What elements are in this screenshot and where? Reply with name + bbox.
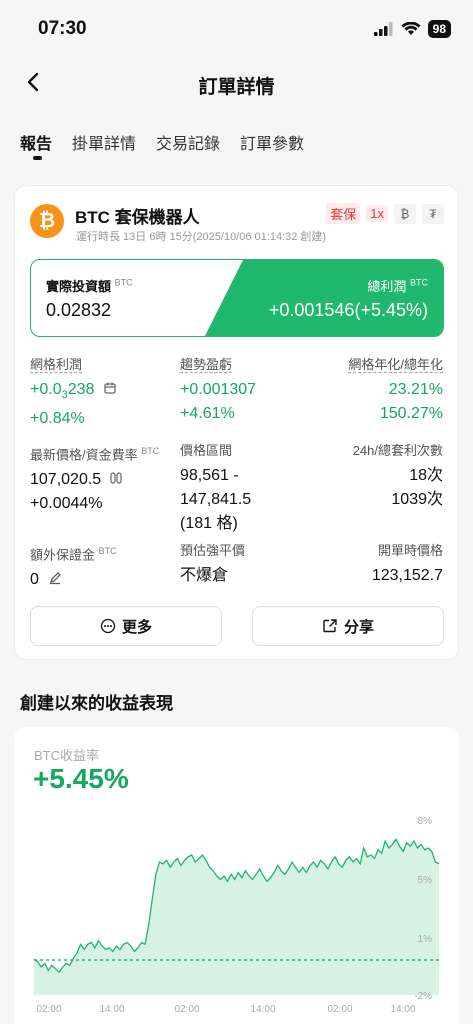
trend-pnl-label[interactable]: 趨勢盈虧 <box>180 356 256 374</box>
grid-annual-value: 23.21% <box>388 381 443 398</box>
bot-tags: 套保 1x ₿ ₮ <box>326 203 444 224</box>
investment-value: 0.02832 <box>46 300 112 320</box>
x-tick-label: 14:00 <box>390 1004 415 1015</box>
price-range-label: 價格區間 <box>180 443 233 458</box>
arbitrage-24h: 18次 <box>409 467 443 484</box>
liq-price-value: 不爆倉 <box>180 567 229 584</box>
grid-profit-stat: 網格利潤 +0.03238 +0.84% <box>30 356 117 431</box>
share-icon <box>323 619 337 633</box>
x-tick-label: 14:00 <box>99 1004 124 1015</box>
btc-small-icon: ₿ <box>394 203 416 224</box>
leverage-tag: 1x <box>366 205 388 222</box>
total-annual-value: 150.27% <box>379 405 443 422</box>
open-price-label: 開單時價格 <box>377 543 443 558</box>
grid-profit-percent: +0.84% <box>30 410 85 428</box>
status-bar: 07:30 98 <box>0 0 473 56</box>
signal-icon <box>373 22 393 36</box>
last-price-stat: 最新價格/資金費率 BTC 107,020.5 +0.0044% <box>30 442 159 516</box>
trend-pnl-stat: 趨勢盈虧 +0.001307 +4.61% <box>180 356 256 426</box>
section-title: 創建以來的收益表現 <box>20 694 173 713</box>
y-tick-label: 5% <box>418 875 433 886</box>
annual-yield-stat: 網格年化/總年化 23.21% 150.27% <box>348 356 443 426</box>
battery-indicator: 98 <box>427 20 451 38</box>
grid-count: (181 格) <box>180 515 238 532</box>
btc-coin-icon: ₿ <box>30 204 64 238</box>
liq-price-label: 預估強平價 <box>180 543 246 558</box>
page-title: 訂單詳情 <box>198 77 275 98</box>
extra-margin-value: 0 <box>30 568 117 592</box>
bot-summary-card: ₿ BTC 套保機器人 運行時長 13日 6時 15分(2025/10/06 0… <box>14 185 459 660</box>
x-tick-label: 14:00 <box>250 1004 275 1015</box>
more-button-label: 更多 <box>121 618 152 636</box>
price-range-stat: 價格區間 98,561 - 147,841.5 (181 格) <box>180 442 251 536</box>
profit-area-chart[interactable]: 8% 5% 1% -2% 02:00 14:00 02:00 14:00 02:00 14:00 <box>14 727 459 1024</box>
x-tick-label: 02:00 <box>327 1004 352 1015</box>
chart-area-fill <box>34 839 439 995</box>
more-dots-icon <box>100 618 116 634</box>
open-price-value: 123,152.7 <box>371 567 443 584</box>
last-price-label: 最新價格/資金費率 BTC <box>30 446 160 463</box>
tab-params[interactable]: 訂單參數 <box>240 130 304 154</box>
bot-runtime: 運行時長 13日 6時 15分(2025/10/06 01:14:32 創建) <box>76 231 327 243</box>
y-tick-label: 8% <box>418 816 433 827</box>
status-icons: 98 <box>373 20 451 38</box>
trend-pnl-percent: +4.61% <box>180 405 235 422</box>
tab-bar: 報告 掛單詳情 交易記錄 訂單參數 <box>20 130 324 160</box>
grid-profit-label[interactable]: 網格利潤 <box>30 356 117 374</box>
liq-price-stat: 預估強平價 不爆倉 <box>180 542 245 588</box>
price-range-low: 98,561 - <box>180 467 239 484</box>
tab-trades[interactable]: 交易記錄 <box>156 130 220 154</box>
open-price-stat: 開單時價格 123,152.7 <box>372 542 443 588</box>
usdt-small-icon: ₮ <box>422 203 444 224</box>
bot-name: BTC 套保機器人 <box>75 208 200 227</box>
total-profit-label: 總利潤 BTC <box>367 277 428 294</box>
more-button[interactable]: 更多 <box>30 606 222 646</box>
wifi-icon <box>401 22 421 35</box>
investment-label: 實際投資額 BTC <box>46 277 133 294</box>
y-tick-label: 1% <box>418 934 433 945</box>
extra-margin-stat: 額外保證金 BTC 0 <box>30 542 117 592</box>
calendar-icon[interactable] <box>103 381 117 395</box>
grid-profit-value: +0.03238 <box>30 378 117 407</box>
investment-panel: 實際投資額 BTC 0.02832 總利潤 BTC +0.001546(+5.4… <box>30 259 444 337</box>
arbitrage-count-stat: 24h/總套利次數 18次 1039次 <box>353 442 443 512</box>
profit-chart-card: BTC收益率 +5.45% 8% 5% 1% -2% 02:00 14:00 02:00 14… <box>14 727 459 1024</box>
nav-bar: 訂單詳情 <box>0 62 473 106</box>
x-tick-label: 02:00 <box>174 1004 199 1015</box>
share-button-label: 分享 <box>343 618 374 636</box>
y-tick-label: -2% <box>414 991 432 1002</box>
x-tick-label: 02:00 <box>36 1004 61 1015</box>
total-profit-panel <box>205 260 443 336</box>
share-button[interactable]: 分享 <box>252 606 444 646</box>
total-profit-value: +0.001546(+5.45%) <box>268 300 428 320</box>
edit-icon[interactable] <box>48 571 62 585</box>
status-time: 07:30 <box>38 18 87 39</box>
hedge-tag: 套保 <box>326 203 361 224</box>
price-range-high: 147,841.5 <box>180 491 252 508</box>
trend-pnl-value: +0.001307 <box>180 381 257 398</box>
tab-report[interactable]: 報告 <box>20 130 52 160</box>
extra-margin-label: 額外保證金 BTC <box>30 546 117 563</box>
tab-orders[interactable]: 掛單詳情 <box>72 130 136 154</box>
last-price-value: 107,020.5 <box>30 468 159 492</box>
swap-icon[interactable] <box>109 471 123 485</box>
funding-rate-value: +0.0044% <box>30 495 103 513</box>
arbitrage-total: 1039次 <box>391 491 443 508</box>
annual-yield-label[interactable]: 網格年化/總年化 <box>348 356 443 374</box>
arbitrage-count-label: 24h/總套利次數 <box>352 443 443 458</box>
